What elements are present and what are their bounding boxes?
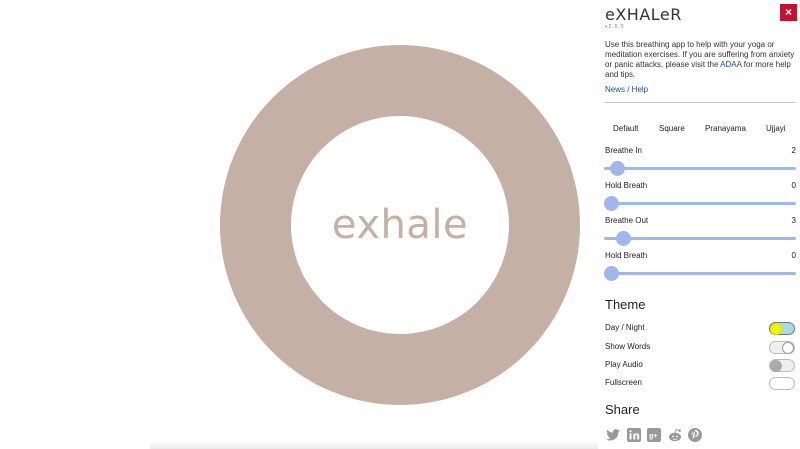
breathe-in-thumb[interactable] <box>610 161 625 176</box>
app-version: v2.0.5 <box>605 24 625 30</box>
hold-breath-2-thumb[interactable] <box>604 266 619 281</box>
breathing-ring: exhale <box>220 45 580 405</box>
close-button[interactable]: × <box>780 4 797 21</box>
share-heading: Share <box>605 402 640 417</box>
show-words-label: Show Words <box>605 342 651 351</box>
theme-heading: Theme <box>605 297 646 312</box>
day-night-knob <box>770 323 782 335</box>
show-words-knob <box>782 342 794 354</box>
show-words-toggle[interactable] <box>769 341 795 354</box>
hold-breath-1-value: 0 <box>791 181 796 190</box>
play-audio-label: Play Audio <box>605 360 643 369</box>
hold-breath-1-label: Hold Breath <box>605 181 648 190</box>
hold-breath-1-thumb[interactable] <box>604 196 619 211</box>
news-help-link[interactable]: News / Help <box>605 85 648 94</box>
preset-square[interactable]: Square <box>659 124 685 133</box>
reddit-icon[interactable] <box>667 427 683 443</box>
breathe-out-track[interactable] <box>604 237 796 240</box>
breathe-out-label: Breathe Out <box>605 216 649 225</box>
intro-text: Use this breathing app to help with your… <box>605 40 798 80</box>
hold-breath-2-value: 0 <box>791 251 796 260</box>
play-audio-toggle[interactable] <box>769 359 795 372</box>
google-plus-icon[interactable]: g+ <box>646 427 662 443</box>
preset-ujjayi[interactable]: Ujjayi <box>766 124 786 133</box>
ring-center: exhale <box>291 116 509 334</box>
hold-breath-2-label: Hold Breath <box>605 251 648 260</box>
adaa-link[interactable]: ADAA <box>720 60 741 69</box>
day-night-label: Day / Night <box>605 323 645 332</box>
breathe-out-value: 3 <box>791 216 796 225</box>
breathing-stage: exhale <box>0 0 600 449</box>
twitter-icon[interactable] <box>605 427 621 443</box>
breathe-out-thumb[interactable] <box>616 231 631 246</box>
app-logo: eXHALeR <box>605 5 682 24</box>
bottom-shadow <box>150 441 600 449</box>
hold-breath-2-track[interactable] <box>604 272 796 275</box>
day-night-toggle[interactable] <box>769 322 795 335</box>
pinterest-icon[interactable] <box>687 427 703 443</box>
breathe-in-track[interactable] <box>604 167 796 170</box>
breathe-in-value: 2 <box>791 146 796 155</box>
breathe-in-label: Breathe In <box>605 146 642 155</box>
fullscreen-toggle[interactable] <box>769 377 795 390</box>
breath-word: exhale <box>331 202 469 248</box>
linkedin-icon[interactable] <box>626 427 642 443</box>
hold-breath-1-track[interactable] <box>604 202 796 205</box>
preset-default[interactable]: Default <box>613 124 638 133</box>
preset-pranayama[interactable]: Pranayama <box>705 124 746 133</box>
divider <box>604 102 796 103</box>
svg-text:g+: g+ <box>649 433 657 440</box>
play-audio-knob <box>770 360 782 372</box>
fullscreen-label: Fullscreen <box>605 378 642 387</box>
